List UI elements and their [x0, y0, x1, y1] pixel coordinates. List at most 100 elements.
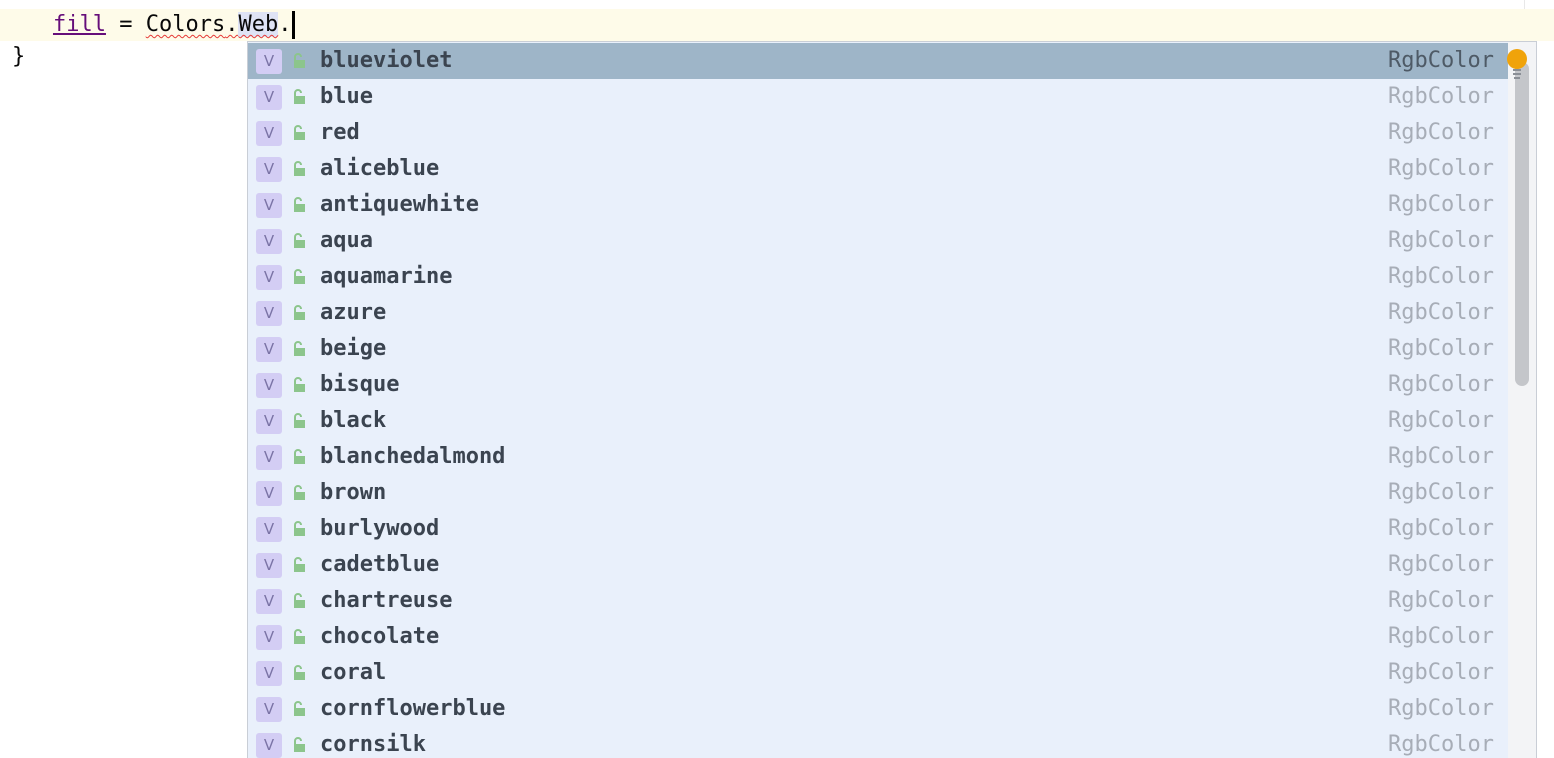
dot-separator: . — [278, 12, 292, 37]
public-lock-icon — [294, 233, 305, 248]
completion-item[interactable]: Vazure RgbColor — [248, 295, 1508, 331]
completion-item-name: brown — [320, 480, 387, 505]
completion-item-name: bisque — [320, 372, 400, 397]
completion-popup[interactable]: Vblueviolet RgbColor Vblue RgbColor Vred RgbC… — [247, 41, 1537, 758]
public-lock-icon — [294, 53, 305, 68]
completion-item[interactable]: Vbeige RgbColor — [248, 331, 1508, 367]
completion-item-name: cadetblue — [320, 552, 440, 577]
completion-item-name: chocolate — [320, 624, 440, 649]
completion-item[interactable]: Vcornflowerblue RgbColor — [248, 691, 1508, 727]
completion-item[interactable]: Vbrown RgbColor — [248, 475, 1508, 511]
completion-item-name: blueviolet — [320, 48, 453, 73]
completion-item[interactable]: Vaqua RgbColor — [248, 223, 1508, 259]
variable-icon: V — [256, 697, 282, 722]
completion-item-name: chartreuse — [320, 588, 453, 613]
current-code-line[interactable]: fill = Colors.Web. — [0, 9, 1554, 41]
completion-item-type: RgbColor — [1388, 372, 1494, 397]
intention-bulb-icon[interactable] — [1505, 48, 1529, 80]
text-caret — [292, 11, 296, 39]
completion-item-type: RgbColor — [1388, 156, 1494, 181]
variable-icon: V — [256, 121, 282, 146]
completion-item-name: blanchedalmond — [320, 444, 506, 469]
public-lock-icon — [294, 485, 305, 500]
code-editor[interactable]: fill = Colors.Web. } Vblueviolet RgbColor… — [0, 0, 1554, 758]
completion-item-name: coral — [320, 660, 387, 685]
variable-icon: V — [256, 553, 282, 578]
completion-item-name: azure — [320, 300, 387, 325]
completion-item-name: cornsilk — [320, 732, 426, 757]
completion-item-type: RgbColor — [1388, 660, 1494, 685]
public-lock-icon — [294, 269, 305, 284]
completion-item-name: antiquewhite — [320, 192, 479, 217]
public-lock-icon — [294, 701, 305, 716]
completion-item[interactable]: Vblue RgbColor — [248, 79, 1508, 115]
receiver-colors[interactable]: Colors — [146, 12, 225, 37]
completion-item-name: cornflowerblue — [320, 696, 506, 721]
completion-list[interactable]: Vblueviolet RgbColor Vblue RgbColor Vred RgbC… — [248, 43, 1508, 758]
completion-item[interactable]: Vblueviolet RgbColor — [248, 43, 1508, 79]
completion-item-type: RgbColor — [1388, 300, 1494, 325]
public-lock-icon — [294, 629, 305, 644]
variable-icon: V — [256, 445, 282, 470]
public-lock-icon — [294, 125, 305, 140]
dot-separator: . — [225, 12, 239, 37]
completion-item-type: RgbColor — [1388, 444, 1494, 469]
public-lock-icon — [294, 161, 305, 176]
completion-item[interactable]: Vcornsilk RgbColor — [248, 727, 1508, 758]
completion-item-type: RgbColor — [1388, 408, 1494, 433]
variable-icon: V — [256, 625, 282, 650]
completion-item-name: beige — [320, 336, 387, 361]
completion-item[interactable]: Vblack RgbColor — [248, 403, 1508, 439]
variable-icon: V — [256, 517, 282, 542]
public-lock-icon — [294, 341, 305, 356]
completion-item-name: burlywood — [320, 516, 440, 541]
completion-item[interactable]: Vchartreuse RgbColor — [248, 583, 1508, 619]
completion-item-type: RgbColor — [1388, 624, 1494, 649]
completion-item-name: aqua — [320, 228, 373, 253]
variable-icon: V — [256, 301, 282, 326]
completion-item-type: RgbColor — [1388, 552, 1494, 577]
completion-item[interactable]: Vburlywood RgbColor — [248, 511, 1508, 547]
completion-item-type: RgbColor — [1388, 228, 1494, 253]
variable-icon: V — [256, 157, 282, 182]
completion-item[interactable]: Vaquamarine RgbColor — [248, 259, 1508, 295]
closing-brace: } — [12, 44, 26, 69]
completion-item[interactable]: Vred RgbColor — [248, 115, 1508, 151]
variable-icon: V — [256, 589, 282, 614]
public-lock-icon — [294, 89, 305, 104]
public-lock-icon — [294, 557, 305, 572]
completion-item-type: RgbColor — [1388, 480, 1494, 505]
completion-item-name: aliceblue — [320, 156, 440, 181]
completion-item-type: RgbColor — [1388, 336, 1494, 361]
completion-item-type: RgbColor — [1388, 48, 1494, 73]
completion-item-type: RgbColor — [1388, 696, 1494, 721]
public-lock-icon — [294, 449, 305, 464]
public-lock-icon — [294, 197, 305, 212]
property-fill[interactable]: fill — [53, 12, 106, 37]
variable-icon: V — [256, 265, 282, 290]
completion-item-name: aquamarine — [320, 264, 453, 289]
completion-item[interactable]: Vcadetblue RgbColor — [248, 547, 1508, 583]
completion-item-type: RgbColor — [1388, 588, 1494, 613]
completion-item[interactable]: Vchocolate RgbColor — [248, 619, 1508, 655]
completion-item-type: RgbColor — [1388, 264, 1494, 289]
member-web[interactable]: Web — [238, 12, 279, 37]
variable-icon: V — [256, 49, 282, 74]
completion-item[interactable]: Valiceblue RgbColor — [248, 151, 1508, 187]
variable-icon: V — [256, 193, 282, 218]
completion-item-name: red — [320, 120, 360, 145]
completion-item-type: RgbColor — [1388, 516, 1494, 541]
variable-icon: V — [256, 481, 282, 506]
error-expression[interactable]: Colors.Web — [146, 12, 279, 37]
completion-item[interactable]: Vcoral RgbColor — [248, 655, 1508, 691]
completion-item[interactable]: Vblanchedalmond RgbColor — [248, 439, 1508, 475]
completion-item-type: RgbColor — [1388, 192, 1494, 217]
scrollbar-thumb[interactable] — [1515, 62, 1529, 386]
completion-item-name: blue — [320, 84, 373, 109]
scrollbar[interactable] — [1508, 42, 1536, 758]
public-lock-icon — [294, 413, 305, 428]
completion-item[interactable]: Vbisque RgbColor — [248, 367, 1508, 403]
completion-item[interactable]: Vantiquewhite RgbColor — [248, 187, 1508, 223]
variable-icon: V — [256, 229, 282, 254]
